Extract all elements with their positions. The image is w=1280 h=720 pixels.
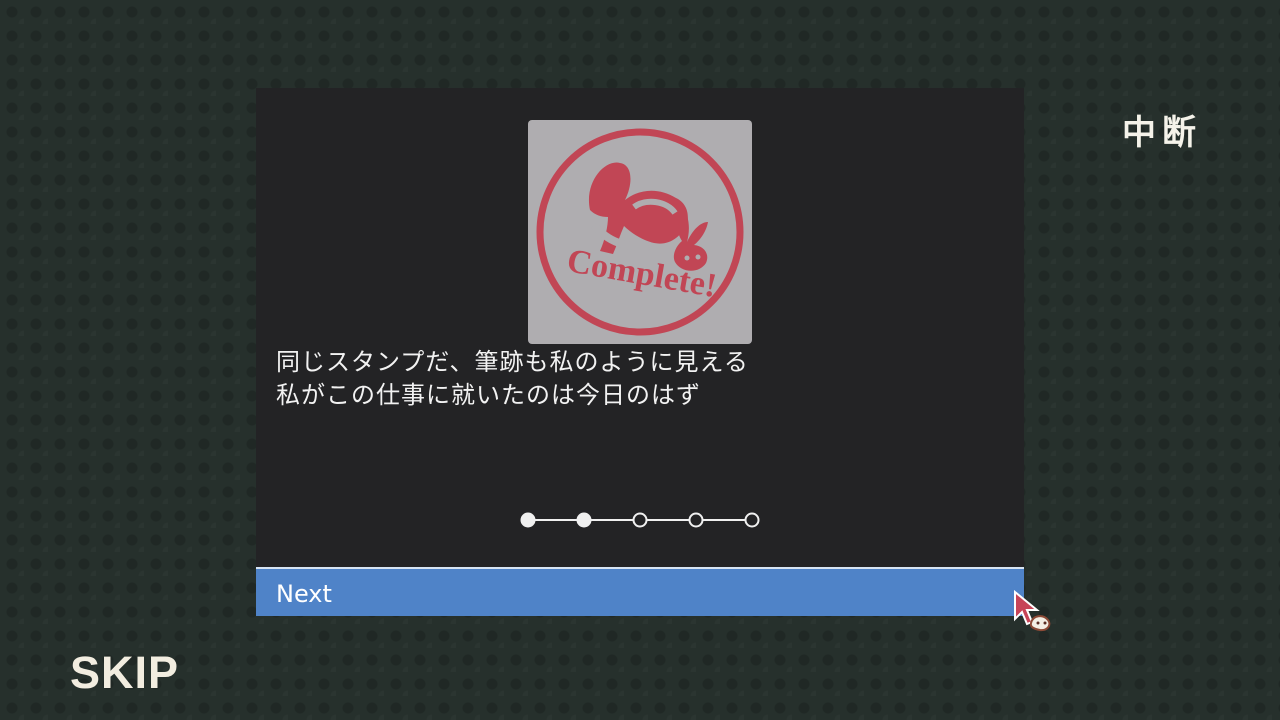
next-button[interactable]: Next: [256, 567, 1024, 616]
progress-dots: [520, 512, 760, 528]
message-line-2: 私がこの仕事に就いたのは今日のはず: [276, 381, 701, 409]
progress-dot-3: [632, 512, 648, 528]
complete-stamp-card: Complete!: [528, 120, 752, 344]
page-progress-indicator: [518, 508, 762, 532]
progress-dot-5: [744, 512, 760, 528]
progress-dot-2: [576, 512, 592, 528]
next-button-label: Next: [276, 580, 332, 608]
skip-button[interactable]: SKIP: [70, 646, 179, 700]
progress-dot-1: [520, 512, 536, 528]
progress-dot-4: [688, 512, 704, 528]
complete-stamp-icon: Complete!: [536, 128, 744, 336]
message-line-1: 同じスタンプだ、筆跡も私のように見える: [276, 348, 749, 376]
suspend-button[interactable]: 中断: [1122, 112, 1200, 154]
tutorial-dialog: Complete! 同じスタンプだ、筆跡も私のように見える 私がこの仕事に就いた…: [256, 88, 1024, 616]
dialog-message: 同じスタンプだ、筆跡も私のように見える 私がこの仕事に就いたのは今日のはず: [276, 346, 976, 412]
